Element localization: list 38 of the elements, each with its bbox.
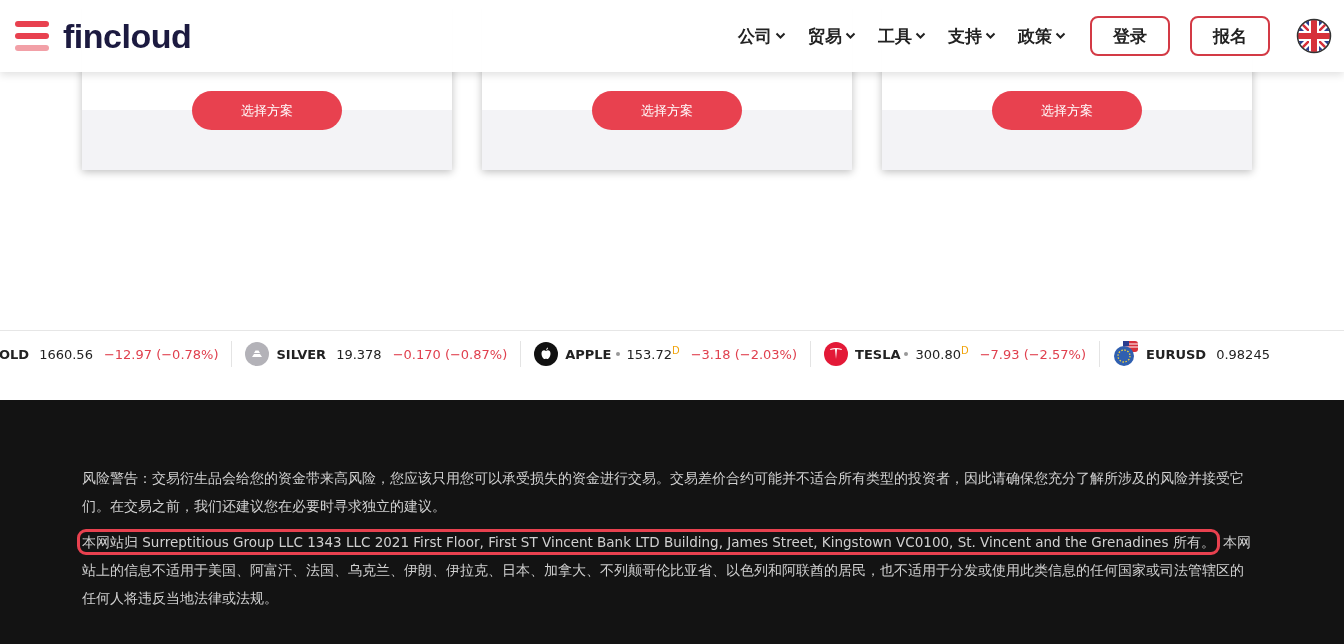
- chevron-down-icon: [1055, 32, 1066, 40]
- logo-icon: [15, 21, 51, 51]
- ticker-price: 1660.56: [39, 346, 93, 362]
- nav-menu-item[interactable]: 贸易: [808, 24, 856, 48]
- ticker-symbol: EURUSD: [1146, 346, 1207, 362]
- ticker-price: 300.80$^{D}$: [915, 345, 969, 363]
- nav-menu-item[interactable]: 政策: [1018, 24, 1066, 48]
- nav-menu-item[interactable]: 支持: [948, 24, 996, 48]
- logo-text[interactable]: fincloud: [63, 16, 192, 56]
- choose-plan-button[interactable]: 选择方案: [592, 91, 742, 130]
- t-letter-icon: [824, 342, 848, 366]
- risk-warning-text: 风险警告：交易衍生品会给您的资金带来高风险，您应该只用您可以承受损失的资金进行交易。交易差价合约可能并不适合所有类型的投资者，因此请确保您充分了解所涉及的风险并接受它们。在交易之前，我们还建议您在必要时寻求独立的建议。: [81, 469, 1245, 516]
- ownership-notice-text: 本网站归 Surreptitious Group LLC 1343 LLC 2021 First Floor, First ST Vincent Bank LTD Building, James Street, Kingstown VC0100, St. Vincent and the Grenadines 所有。 本网站上的信息不适用于美国、阿富汗、法国、乌克兰、伊朗、伊拉克、日本、加拿大、不列颠哥伦比亚省、以色列和阿联酋的居民，也不适用于分发或使用此类信息的任何国家或司法管辖区的任何人将违反当地法律或法规。: [74, 526, 1260, 614]
- ticker-change: −7.93 (−2.57%): [979, 346, 1086, 362]
- chevron-down-icon: [915, 32, 926, 40]
- ticker-change: −12.97 (−0.78%): [103, 346, 219, 362]
- ticker-symbol: TESLA: [855, 346, 901, 362]
- ticker-price: 0.98245: [1216, 346, 1270, 362]
- currency-flags-icon: [1113, 341, 1139, 367]
- apple-icon: [534, 342, 559, 366]
- flag-icon[interactable]: [1296, 18, 1332, 54]
- ticker-symbol: OLD: [0, 346, 30, 362]
- chevron-down-icon: [845, 32, 856, 40]
- nav-menu-item[interactable]: 工具: [878, 24, 926, 48]
- ingot-icon: [245, 342, 270, 366]
- ticker-change: −0.170 (−0.87%): [392, 346, 508, 362]
- ticker-change: −3.18 (−2.03%): [690, 346, 797, 362]
- ticker-symbol: APPLE: [565, 346, 612, 362]
- header-button[interactable]: 登录: [1090, 16, 1170, 56]
- ticker-price: 153.72$^{D}$: [626, 345, 680, 363]
- chevron-down-icon: [985, 32, 996, 40]
- nav-menu-item[interactable]: 公司: [738, 24, 786, 48]
- ticker-price: 19.378: [336, 346, 382, 362]
- choose-plan-button[interactable]: 选择方案: [192, 91, 342, 130]
- header-button[interactable]: 报名: [1190, 16, 1270, 56]
- choose-plan-button[interactable]: 选择方案: [992, 91, 1142, 130]
- ticker-symbol: SILVER: [276, 346, 327, 362]
- chevron-down-icon: [775, 32, 786, 40]
